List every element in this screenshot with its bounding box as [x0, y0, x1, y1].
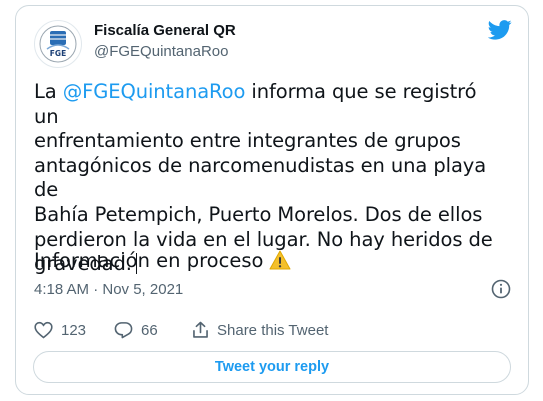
mention-link[interactable]: @FGEQuintanaRoo — [63, 80, 246, 103]
share-label: Share this Tweet — [217, 321, 329, 339]
svg-text:FGE: FGE — [50, 49, 66, 58]
author-handle[interactable]: @FGEQuintanaRoo — [94, 43, 228, 60]
heart-icon — [34, 321, 53, 339]
tweet-line: perdieron la vida en el lugar. No hay he… — [34, 227, 493, 251]
tweet-line: enfrentamiento entre integrantes de grup… — [34, 129, 461, 153]
like-count: 123 — [61, 321, 87, 339]
reply-icon — [114, 322, 133, 339]
info-icon[interactable] — [491, 279, 511, 299]
reply-count: 66 — [141, 321, 158, 339]
tweet-prefix: La — [34, 80, 63, 103]
like-action[interactable]: 123 — [34, 320, 86, 340]
warning-icon — [269, 250, 291, 270]
tweet-card: FGE Fiscalía General QR @FGEQuintanaRoo … — [15, 5, 529, 395]
tweet-line: Bahía Petempich, Puerto Morelos. Dos de … — [34, 202, 483, 226]
timestamp[interactable]: 4:18 AM · Nov 5, 2021 — [34, 281, 183, 298]
info-text: Información en proceso — [34, 249, 264, 272]
share-action[interactable]: Share this Tweet — [192, 320, 328, 340]
share-icon — [193, 321, 208, 338]
info-line: Información en proceso — [34, 249, 291, 272]
tweet-your-reply-button[interactable]: Tweet your reply — [33, 351, 511, 383]
tweet-text: La @FGEQuintanaRoo informa que se regist… — [34, 80, 504, 277]
seal-icon: FGE — [36, 22, 80, 66]
author-name[interactable]: Fiscalía General QR — [94, 22, 236, 39]
avatar[interactable]: FGE — [34, 20, 82, 68]
tweet-line: antagónicos de narcomenudistas en una pl… — [34, 153, 487, 202]
twitter-bird-icon[interactable] — [488, 20, 512, 40]
reply-action[interactable]: 66 — [114, 320, 158, 340]
